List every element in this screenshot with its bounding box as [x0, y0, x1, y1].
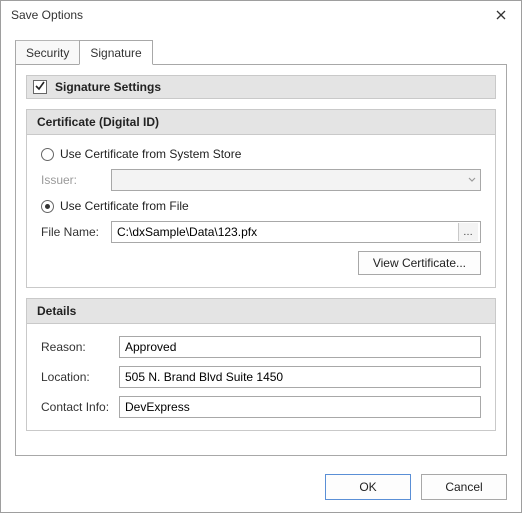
- location-input[interactable]: [125, 367, 475, 387]
- issuer-label: Issuer:: [41, 173, 105, 187]
- tab-panel-signature: Signature Settings Certificate (Digital …: [15, 64, 507, 456]
- details-group-title: Details: [27, 299, 495, 324]
- radio-row-system-store[interactable]: Use Certificate from System Store: [41, 147, 481, 161]
- location-textbox[interactable]: [119, 366, 481, 388]
- reason-row: Reason:: [41, 336, 481, 358]
- certificate-group-title: Certificate (Digital ID): [27, 110, 495, 135]
- contact-row: Contact Info:: [41, 396, 481, 418]
- close-button[interactable]: [487, 4, 515, 26]
- filename-browse-button[interactable]: …: [458, 223, 478, 241]
- ok-button[interactable]: OK: [325, 474, 411, 500]
- titlebar: Save Options: [1, 1, 521, 29]
- certificate-group-body: Use Certificate from System Store Issuer…: [27, 135, 495, 287]
- tab-signature-label: Signature: [90, 46, 141, 60]
- issuer-combobox[interactable]: [111, 169, 481, 191]
- location-row: Location:: [41, 366, 481, 388]
- radio-from-file-label: Use Certificate from File: [60, 199, 189, 213]
- contact-textbox[interactable]: [119, 396, 481, 418]
- radio-system-store-label: Use Certificate from System Store: [60, 147, 241, 161]
- tab-strip: Security Signature: [15, 40, 507, 65]
- close-icon: [496, 7, 506, 23]
- reason-textbox[interactable]: [119, 336, 481, 358]
- client-area: Security Signature Signature Settings Ce…: [1, 29, 521, 464]
- cancel-button-label: Cancel: [445, 480, 482, 494]
- details-group-body: Reason: Location: Contact Info:: [27, 324, 495, 430]
- chevron-down-icon: [468, 173, 476, 187]
- contact-label: Contact Info:: [41, 400, 113, 414]
- filename-textbox[interactable]: …: [111, 221, 481, 243]
- tab-security-label: Security: [26, 46, 69, 60]
- signature-settings-title: Signature Settings: [55, 80, 161, 94]
- filename-row: File Name: …: [41, 221, 481, 243]
- view-certificate-row: View Certificate...: [41, 251, 481, 275]
- signature-settings-header: Signature Settings: [26, 75, 496, 99]
- filename-label: File Name:: [41, 225, 105, 239]
- location-label: Location:: [41, 370, 113, 384]
- ok-button-label: OK: [359, 480, 376, 494]
- reason-label: Reason:: [41, 340, 113, 354]
- radio-from-file[interactable]: [41, 200, 54, 213]
- filename-input[interactable]: [117, 222, 475, 242]
- certificate-group: Certificate (Digital ID) Use Certificate…: [26, 109, 496, 288]
- tab-security[interactable]: Security: [15, 40, 80, 65]
- cancel-button[interactable]: Cancel: [421, 474, 507, 500]
- view-certificate-label: View Certificate...: [373, 256, 466, 270]
- window-title: Save Options: [11, 8, 487, 22]
- dialog-save-options: Save Options Security Signature: [0, 0, 522, 513]
- tab-signature[interactable]: Signature: [79, 40, 152, 65]
- dialog-footer: OK Cancel: [1, 464, 521, 512]
- signature-settings-checkbox[interactable]: [33, 80, 47, 94]
- check-icon: [35, 80, 45, 94]
- radio-system-store[interactable]: [41, 148, 54, 161]
- view-certificate-button[interactable]: View Certificate...: [358, 251, 481, 275]
- contact-input[interactable]: [125, 397, 475, 417]
- radio-row-from-file[interactable]: Use Certificate from File: [41, 199, 481, 213]
- ellipsis-icon: …: [463, 227, 474, 238]
- details-group: Details Reason: Location:: [26, 298, 496, 431]
- reason-input[interactable]: [125, 337, 475, 357]
- issuer-row: Issuer:: [41, 169, 481, 191]
